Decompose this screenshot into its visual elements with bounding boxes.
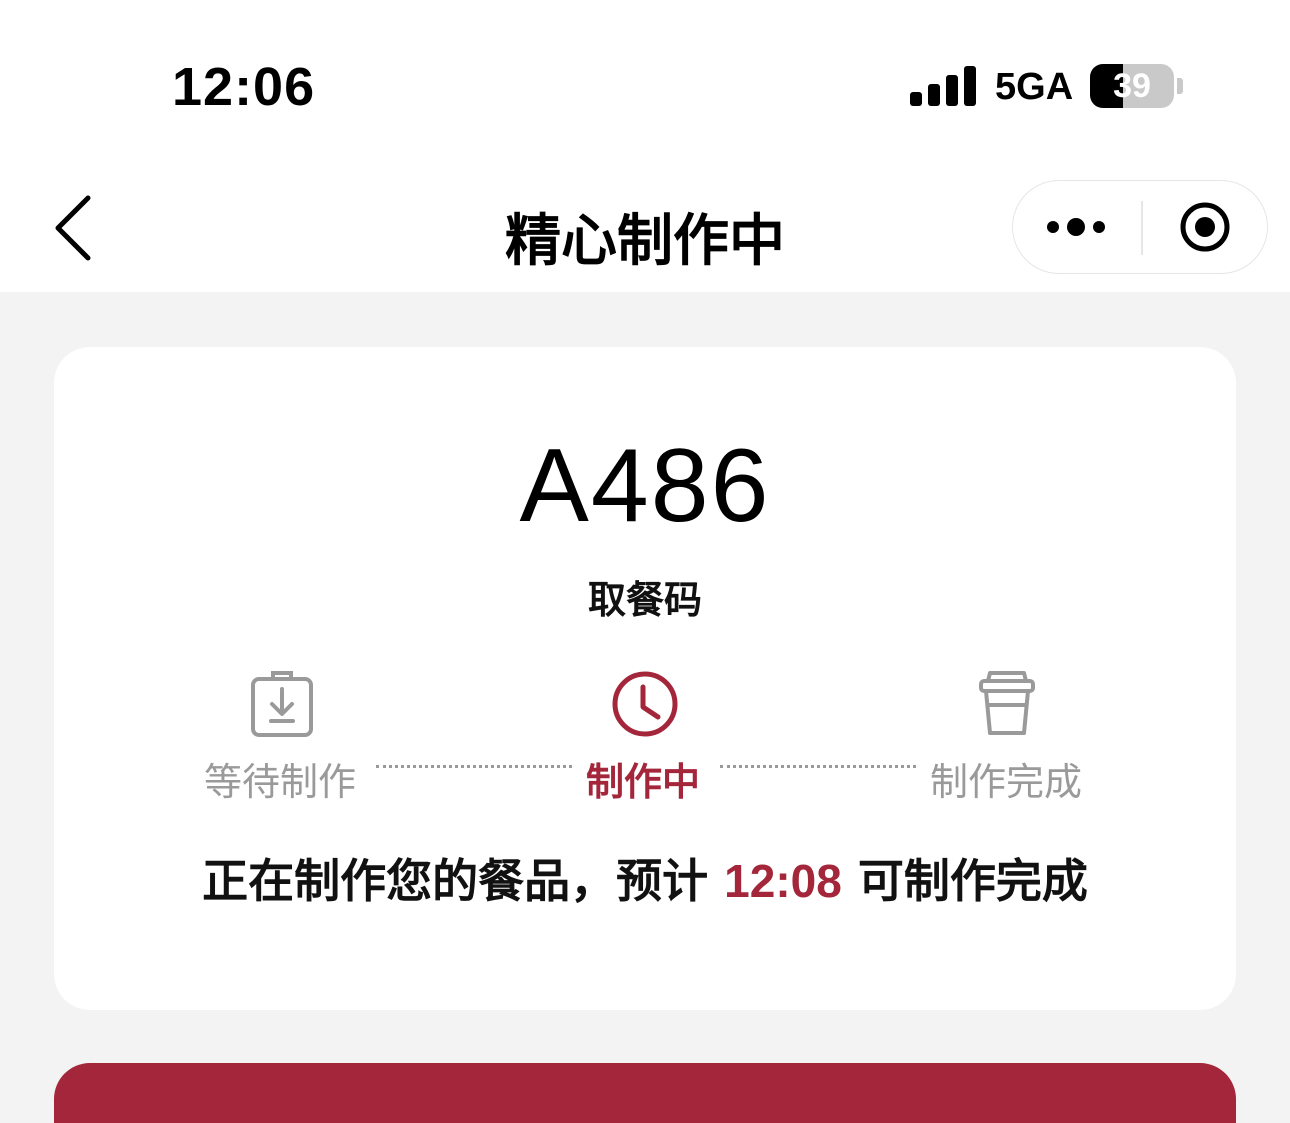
- cup-icon: [972, 669, 1042, 739]
- order-status-card: A486 取餐码 等待制作 制作中 制作完成 正在制作您的餐品，预计 12:08…: [54, 347, 1236, 1010]
- eta-time: 12:08: [724, 855, 842, 907]
- step-label-done: 制作完成: [930, 760, 1083, 804]
- pickup-code-label: 取餐码: [587, 578, 702, 622]
- status-time: 12:06: [172, 57, 316, 117]
- more-button[interactable]: [1013, 181, 1141, 273]
- download-box-icon: [247, 669, 317, 739]
- mini-program-capsule: [1012, 180, 1268, 274]
- bottom-action-bar[interactable]: [54, 1063, 1236, 1123]
- status-message-suffix: 可制作完成: [857, 854, 1088, 908]
- status-message: 正在制作您的餐品，预计 12:08 可制作完成: [54, 845, 1236, 911]
- step-connector-2: [720, 765, 916, 768]
- close-button[interactable]: [1143, 181, 1267, 273]
- signal-icon: [910, 66, 976, 106]
- more-dots-icon: [1047, 218, 1105, 236]
- step-connector-1: [376, 765, 572, 768]
- battery-cap: [1177, 78, 1183, 94]
- step-label-in-progress: 制作中: [586, 760, 701, 804]
- pickup-code: A486: [519, 428, 771, 544]
- status-message-prefix: 正在制作您的餐品，预计: [202, 854, 709, 908]
- target-circle-icon: [1180, 202, 1230, 252]
- clock-icon: [610, 669, 680, 739]
- battery-level-text: 39: [1113, 67, 1151, 105]
- network-type: 5GA: [995, 66, 1074, 108]
- step-label-waiting: 等待制作: [204, 760, 357, 804]
- battery-icon: 39: [1090, 64, 1174, 108]
